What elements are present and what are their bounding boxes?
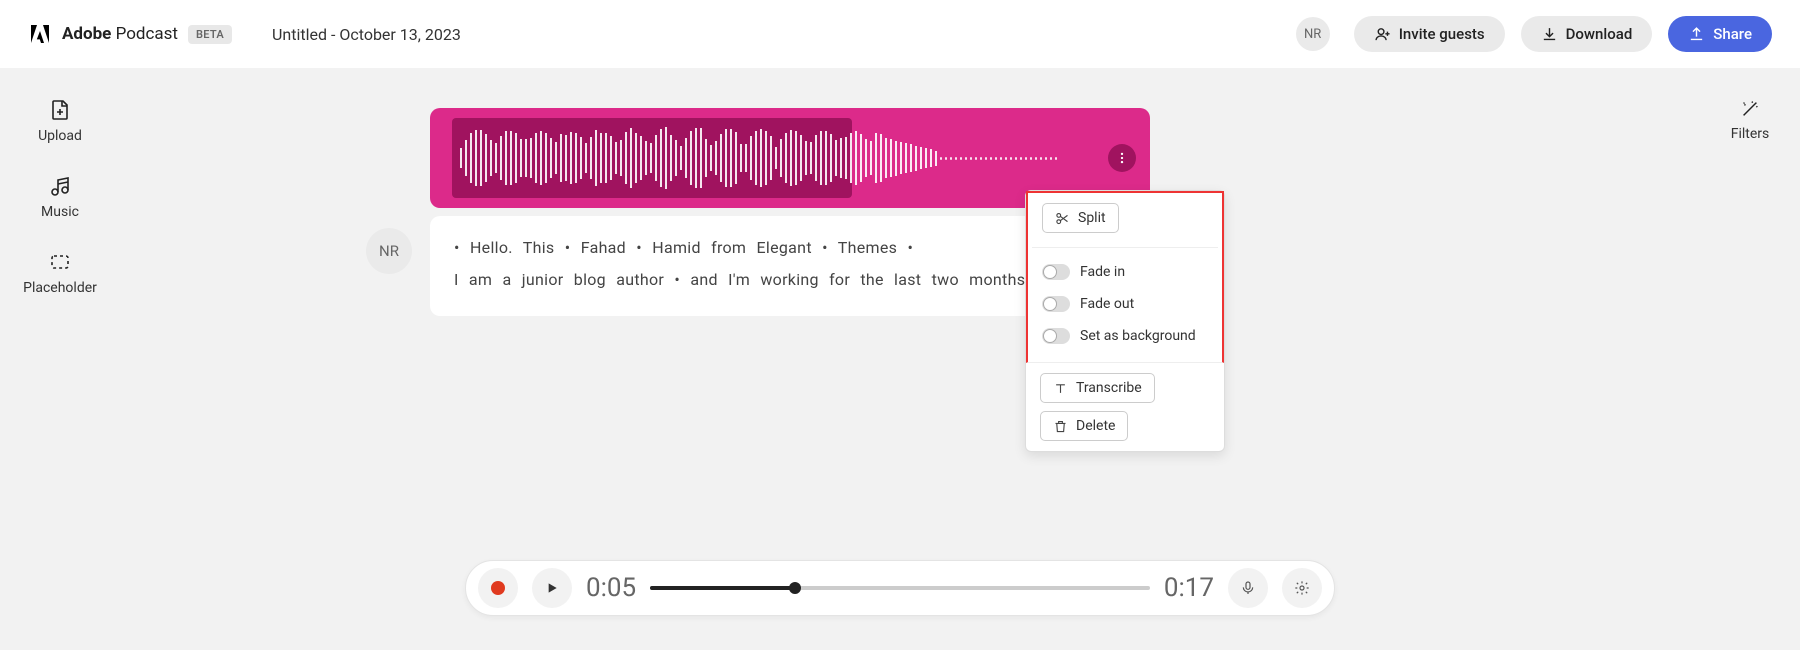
fade-in-toggle[interactable]: [1042, 264, 1070, 280]
sidebar-item-upload[interactable]: Upload: [38, 98, 82, 144]
mic-icon: [1240, 580, 1256, 596]
user-avatar[interactable]: NR: [1296, 17, 1330, 51]
delete-button[interactable]: Delete: [1040, 411, 1128, 441]
context-menu-actions-section: Transcribe Delete: [1026, 363, 1224, 451]
total-time: 0:17: [1164, 573, 1214, 603]
record-icon: [491, 581, 505, 595]
fade-in-toggle-row: Fade in: [1042, 256, 1208, 288]
left-sidebar: Upload Music Placeholder: [0, 68, 120, 296]
player-bar: 0:05 0:17: [465, 560, 1335, 616]
text-icon: [1053, 381, 1068, 396]
adobe-logo-icon: [28, 22, 52, 46]
play-icon: [544, 580, 560, 596]
header-bar: Adobe Podcast BETA Untitled - October 13…: [0, 0, 1800, 68]
set-background-toggle[interactable]: [1042, 328, 1070, 344]
sidebar-item-filters[interactable]: Filters: [1731, 98, 1770, 142]
clip-more-button[interactable]: [1108, 144, 1136, 172]
person-add-icon: [1374, 26, 1391, 43]
fade-out-toggle[interactable]: [1042, 296, 1070, 312]
download-icon: [1541, 26, 1558, 43]
speaker-avatar: NR: [366, 228, 412, 274]
upload-file-icon: [48, 98, 72, 122]
transcribe-button[interactable]: Transcribe: [1040, 373, 1155, 403]
beta-badge: BETA: [188, 25, 232, 44]
record-button[interactable]: [478, 568, 518, 608]
magic-wand-icon: [1739, 98, 1761, 120]
scissors-icon: [1055, 211, 1070, 226]
split-button[interactable]: Split: [1042, 203, 1119, 233]
trash-icon: [1053, 419, 1068, 434]
share-icon: [1688, 26, 1705, 43]
right-sidebar: Filters: [1700, 68, 1800, 142]
clip-context-menu: Split Fade in Fade out Set as background…: [1025, 190, 1225, 452]
gear-icon: [1294, 580, 1310, 596]
progress-fill: [650, 586, 795, 590]
brand-logo: Adobe Podcast BETA: [28, 22, 232, 46]
download-button[interactable]: Download: [1521, 16, 1653, 52]
play-button[interactable]: [532, 568, 572, 608]
placeholder-icon: [48, 250, 72, 274]
more-vertical-icon: [1115, 151, 1129, 165]
invite-guests-button[interactable]: Invite guests: [1354, 16, 1505, 52]
sidebar-item-music[interactable]: Music: [41, 174, 79, 220]
progress-handle[interactable]: [789, 582, 801, 594]
context-menu-highlighted-section: Split Fade in Fade out Set as background: [1026, 191, 1224, 363]
sidebar-item-placeholder[interactable]: Placeholder: [23, 250, 97, 296]
document-title[interactable]: Untitled - October 13, 2023: [272, 25, 461, 44]
music-note-icon: [48, 174, 72, 198]
set-background-toggle-row: Set as background: [1042, 320, 1208, 352]
progress-bar[interactable]: [650, 586, 1150, 590]
fade-out-toggle-row: Fade out: [1042, 288, 1208, 320]
waveform-bars: [460, 128, 1057, 188]
settings-button[interactable]: [1282, 568, 1322, 608]
mic-button[interactable]: [1228, 568, 1268, 608]
current-time: 0:05: [586, 573, 636, 603]
brand-name: Adobe Podcast: [62, 24, 178, 44]
share-button[interactable]: Share: [1668, 16, 1772, 52]
